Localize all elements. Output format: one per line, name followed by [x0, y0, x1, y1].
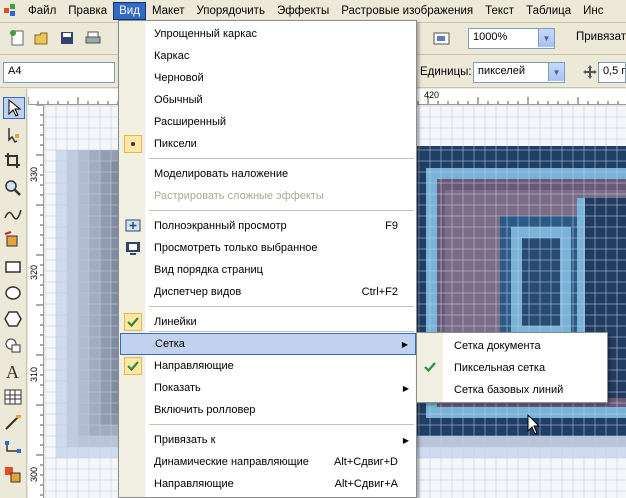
menu-item-view-manager[interactable]: Диспетчер видов Ctrl+F2: [120, 281, 416, 303]
smart-fill-tool-icon[interactable]: [3, 230, 25, 252]
menu-text[interactable]: Текст: [479, 2, 520, 20]
pick-tool-icon[interactable]: [3, 97, 25, 119]
menu-item-pixels[interactable]: Пиксели: [120, 133, 416, 155]
paper-size-value: A4: [8, 65, 22, 77]
ellipse-tool-icon[interactable]: [3, 283, 25, 305]
ruler-v-label: 300: [29, 467, 39, 483]
units-label: Единицы:: [420, 66, 472, 78]
submenu-arrow-icon: ▶: [402, 435, 409, 445]
submenu-item-baseline-grid[interactable]: Сетка базовых линий: [418, 379, 608, 401]
menu-file[interactable]: Файл: [22, 2, 62, 20]
menu-item-guidelines-2[interactable]: Направляющие Alt+Сдвиг+A: [120, 473, 416, 495]
menu-bitmaps[interactable]: Растровые изображения: [335, 2, 479, 20]
print-icon[interactable]: [84, 29, 104, 49]
crop-tool-icon[interactable]: [3, 151, 25, 173]
menu-item-enable-rollover[interactable]: Включить ролловер: [120, 399, 416, 421]
vertical-ruler[interactable]: 330 320 310 300: [28, 105, 44, 498]
submenu-item-document-grid[interactable]: Сетка документа: [418, 335, 608, 357]
menu-item-preview-selected-only[interactable]: Просмотреть только выбранное: [120, 237, 416, 259]
menu-item-rulers[interactable]: Линейки: [120, 311, 416, 333]
ruler-v-label: 310: [29, 367, 39, 383]
nudge-distance-value: 0,5 п: [603, 65, 626, 77]
ruler-h-label: 420: [424, 90, 440, 100]
menu-layout[interactable]: Макет: [146, 2, 191, 20]
menu-separator: [149, 210, 414, 211]
basic-shapes-tool-icon[interactable]: [3, 335, 25, 357]
menu-item-normal[interactable]: Обычный: [120, 89, 416, 111]
menu-item-wireframe[interactable]: Каркас: [120, 45, 416, 67]
polygon-tool-icon[interactable]: [3, 309, 25, 331]
submenu-arrow-icon: ▶: [401, 339, 408, 349]
submenu-item-pixel-grid[interactable]: Пиксельная сетка: [418, 357, 608, 379]
menu-item-dynamic-guides[interactable]: Динамические направляющие Alt+Сдвиг+D: [120, 451, 416, 473]
nudge-distance-field[interactable]: 0,5 п: [598, 62, 626, 83]
text-tool-icon[interactable]: A: [3, 361, 25, 383]
snap-to-button[interactable]: Привязать: [576, 31, 626, 43]
menu-separator: [149, 424, 414, 425]
menu-item-rasterize-complex-effects: Растрировать сложные эффекты: [154, 190, 324, 202]
menu-arrange[interactable]: Упорядочить: [191, 2, 271, 20]
zoom-level-value: 1000%: [473, 31, 508, 43]
units-value: пикселей: [478, 65, 525, 77]
connector-tool-icon[interactable]: [3, 439, 25, 461]
toolbox: A: [0, 89, 27, 498]
menu-item-show[interactable]: Показать ▶: [120, 377, 416, 399]
grid-submenu: Сетка документа Пиксельная сетка Сетка б…: [416, 332, 608, 403]
interactive-fill-tool-icon[interactable]: [3, 465, 25, 487]
menu-separator: [149, 158, 414, 159]
table-tool-icon[interactable]: [3, 387, 25, 409]
menu-item-grid[interactable]: Сетка ▶: [120, 333, 416, 355]
menu-tools[interactable]: Инс: [577, 2, 609, 20]
menu-item-full-screen-preview[interactable]: Полноэкранный просмотр F9: [120, 215, 416, 237]
menu-view[interactable]: Вид: [113, 2, 146, 20]
menu-item-snap-to[interactable]: Привязать к ▶: [120, 429, 416, 451]
menu-effects[interactable]: Эффекты: [271, 2, 335, 20]
freehand-tool-icon[interactable]: [3, 204, 25, 226]
mouse-cursor-icon: [527, 413, 541, 436]
view-menu-dropdown: Упрощенный каркас Каркас Черновой Обычны…: [118, 20, 417, 498]
ruler-v-label: 330: [29, 167, 39, 183]
menu-table[interactable]: Таблица: [520, 2, 577, 20]
menu-item-page-sorter-view[interactable]: Вид порядка страниц: [120, 259, 416, 281]
zoom-tool-icon[interactable]: [3, 178, 25, 200]
fullscreen-icon: [124, 217, 142, 235]
shape-tool-icon[interactable]: [3, 125, 25, 147]
radio-dot-icon: [124, 135, 142, 153]
menu-item-enhanced[interactable]: Расширенный: [120, 111, 416, 133]
menu-item-simulate-overprint[interactable]: Моделировать наложение: [120, 163, 416, 185]
rectangle-tool-icon[interactable]: [3, 257, 25, 279]
view-selected-icon: [124, 239, 142, 257]
checkmark-icon: [124, 313, 142, 331]
open-folder-icon[interactable]: [33, 29, 53, 49]
paper-size-combo[interactable]: A4: [3, 62, 115, 83]
menu-separator: [149, 331, 414, 332]
menu-separator: [149, 306, 414, 307]
zoom-level-combo[interactable]: 1000% ▼: [468, 28, 555, 49]
checkmark-icon: [422, 359, 440, 377]
menu-item-guidelines[interactable]: Направляющие: [120, 355, 416, 377]
units-combo[interactable]: пикселей ▼: [473, 62, 565, 83]
ruler-v-label: 320: [29, 265, 39, 281]
submenu-arrow-icon: ▶: [402, 383, 409, 393]
dimension-tool-icon[interactable]: [3, 413, 25, 435]
save-icon[interactable]: [58, 29, 78, 49]
chevron-down-icon[interactable]: ▼: [548, 63, 564, 81]
application-launcher-icon[interactable]: [432, 29, 452, 49]
menu-edit[interactable]: Правка: [62, 2, 113, 20]
chevron-down-icon[interactable]: ▼: [538, 29, 554, 47]
app-icon[interactable]: [2, 2, 20, 20]
checkmark-icon: [124, 357, 142, 375]
menu-item-simple-wireframe[interactable]: Упрощенный каркас: [120, 23, 416, 45]
svg-text:A: A: [6, 362, 19, 381]
new-document-icon[interactable]: [8, 29, 28, 49]
menu-item-draft[interactable]: Черновой: [120, 67, 416, 89]
